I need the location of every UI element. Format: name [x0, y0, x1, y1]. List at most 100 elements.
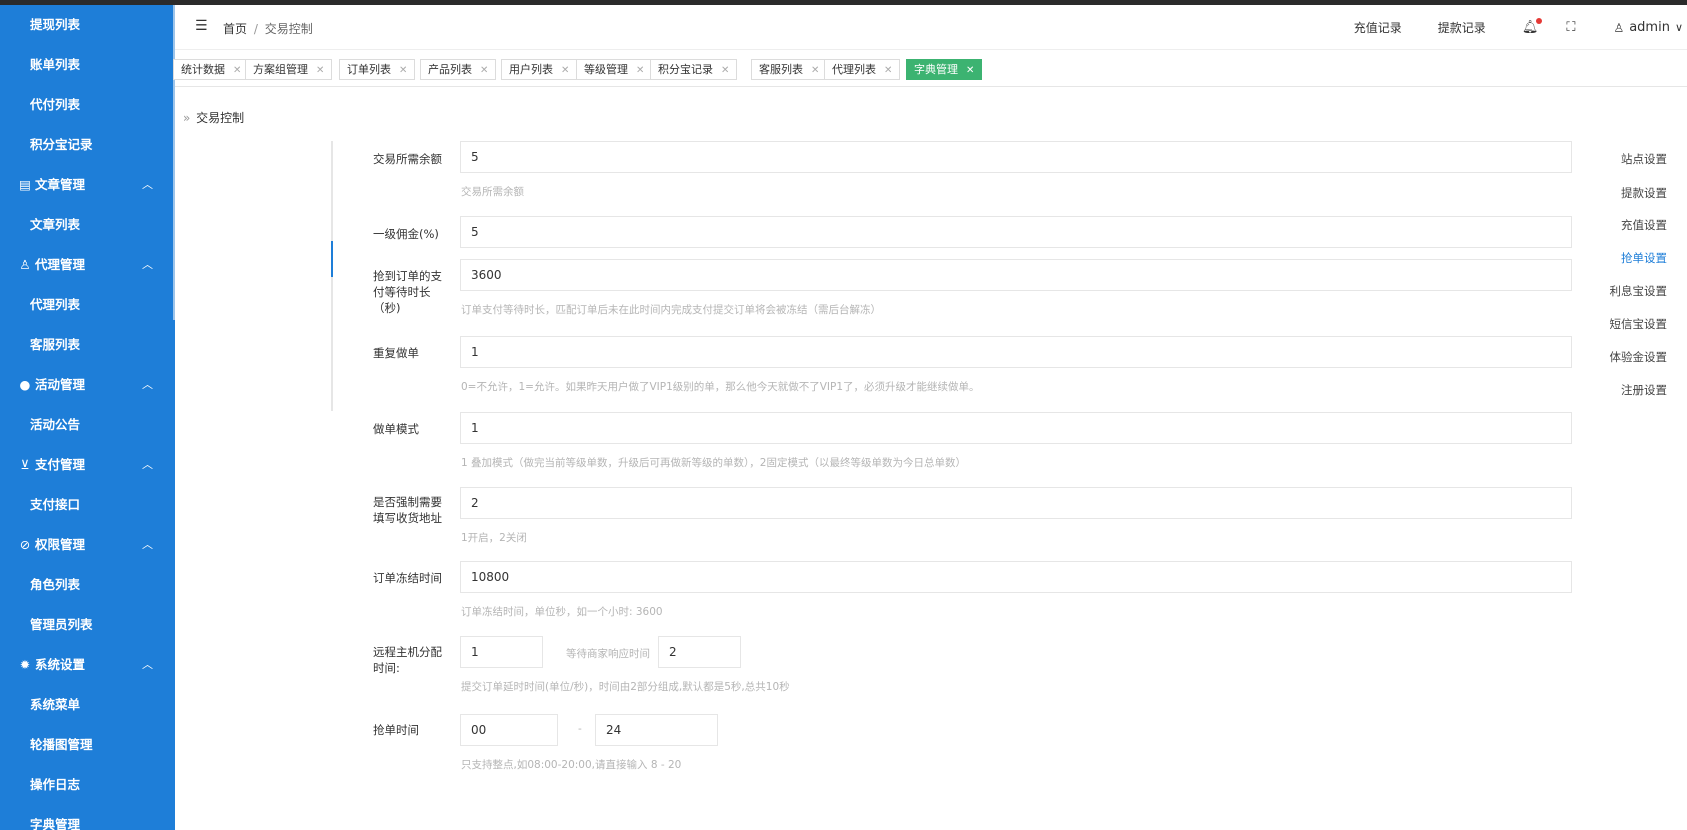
tab-item[interactable]: 用户列表 ✕ — [501, 59, 578, 80]
close-icon[interactable]: ✕ — [721, 65, 729, 76]
grab-time-hint: 只支持整点,如08:00-20:00,请直接输入 8 - 20 — [461, 759, 682, 771]
tab-item[interactable]: 统计数据 ✕ — [173, 59, 250, 80]
user-icon: ♙ — [1613, 20, 1625, 35]
chevron-up-icon: ︿ — [142, 378, 153, 391]
top-header: ☰ 首页 / 交易控制 充值记录 提款记录 🔔︎ ⛶ ♙ admin ∨ — [175, 5, 1687, 50]
gear-icon: ✹ — [19, 657, 31, 672]
tab-item[interactable]: 产品列表 ✕ — [420, 59, 497, 80]
sidebar-item[interactable]: 文章列表 — [0, 205, 175, 245]
sidebar-item-label: 代付列表 — [30, 97, 81, 112]
close-icon[interactable]: ✕ — [811, 65, 819, 76]
balance-input[interactable]: 5 — [460, 141, 1572, 173]
tab-bar: 统计数据 ✕ 方案组管理 ✕ 订单列表 ✕ 产品列表 ✕ 用户列表 ✕ 等级管理 ✕ 积分宝记录 ✕ 客服列… — [173, 53, 1687, 87]
sidebar-item[interactable]: 活动公告 — [0, 405, 175, 445]
tab-label: 产品列表 — [428, 63, 472, 76]
sidebar-group[interactable]: ● 活动管理 ︿ — [0, 365, 175, 405]
tab-label: 字典管理 — [914, 63, 958, 76]
sidebar-item[interactable]: 管理员列表 — [0, 605, 175, 645]
tab-item[interactable]: 方案组管理 ✕ — [245, 59, 333, 80]
circle-icon: ● — [19, 377, 31, 392]
sidebar-item-label: 代理管理 — [35, 257, 86, 272]
close-icon[interactable]: ✕ — [636, 65, 644, 76]
sidebar-item[interactable]: 客服列表 — [0, 325, 175, 365]
merchant-wait-label: 等待商家响应时间 — [566, 648, 650, 660]
tab-label: 等级管理 — [584, 63, 628, 76]
close-icon[interactable]: ✕ — [480, 65, 488, 76]
remote-assign-hint: 提交订单延时时间(单位/秒)，时间由2部分组成,默认都是5秒,总共10秒 — [461, 681, 790, 693]
recharge-records-link[interactable]: 充值记录 — [1354, 19, 1402, 36]
sidebar-item[interactable]: 代理列表 — [0, 285, 175, 325]
sidebar-item-label: 文章管理 — [35, 177, 86, 192]
breadcrumb-current: 交易控制 — [264, 22, 313, 36]
sidebar-item[interactable]: 系统菜单 — [0, 685, 175, 725]
menu-toggle-icon[interactable]: ☰ — [195, 18, 208, 34]
repeat-order-label: 重复做单 — [373, 346, 419, 360]
close-icon[interactable]: ✕ — [316, 65, 324, 76]
grab-time-start-input[interactable]: 00 — [460, 714, 558, 746]
repeat-order-hint: 0=不允许，1=允许。如果昨天用户做了VIP1级别的单，那么他今天就做不了VIP… — [461, 381, 980, 393]
tab-item[interactable]: 等级管理 ✕ — [576, 59, 653, 80]
pay-wait-input[interactable]: 3600 — [460, 259, 1572, 291]
tab-item[interactable]: 客服列表 ✕ — [751, 59, 828, 80]
withdraw-records-link[interactable]: 提款记录 — [1438, 19, 1486, 36]
freeze-time-label: 订单冻结时间 — [373, 571, 442, 585]
tab-item[interactable]: 字典管理 ✕ — [906, 59, 983, 80]
sidebar-item[interactable]: 操作日志 — [0, 765, 175, 805]
sidebar-group[interactable]: ✹ 系统设置 ︿ — [0, 645, 175, 685]
pay-wait-hint: 订单支付等待时长，匹配订单后未在此时间内完成支付提交订单将会被冻结（需后台解冻） — [461, 304, 881, 316]
sidebar-group[interactable]: ⊘ 权限管理 ︿ — [0, 525, 175, 565]
bell-icon[interactable]: 🔔︎ — [1522, 18, 1543, 35]
user-menu[interactable]: ♙ admin ∨ — [1613, 20, 1683, 35]
sidebar-item-label: 支付管理 — [35, 457, 86, 472]
sidebar-item[interactable]: 支付接口 — [0, 485, 175, 525]
header-actions: 充值记录 提款记录 🔔︎ ⛶ ♙ admin ∨ — [1354, 5, 1687, 50]
chevron-down-icon: ∨ — [1674, 21, 1683, 34]
close-icon[interactable]: ✕ — [884, 65, 892, 76]
sidebar-item-label: 权限管理 — [35, 537, 86, 552]
sidebar-item-label: 系统设置 — [35, 657, 86, 672]
sidebar-item-label: 角色列表 — [30, 577, 81, 592]
balance-label: 交易所需余额 — [373, 152, 442, 166]
merchant-wait-input[interactable]: 2 — [658, 636, 741, 668]
sidebar-item[interactable]: 积分宝记录 — [0, 125, 175, 165]
commission-label: 一级佣金(%) — [373, 227, 439, 241]
sidebar-item[interactable]: 账单列表 — [0, 45, 175, 85]
close-icon[interactable]: ✕ — [966, 65, 974, 76]
chevron-up-icon: ︿ — [142, 538, 153, 551]
repeat-order-input[interactable]: 1 — [460, 336, 1572, 368]
sidebar-group[interactable]: ♙ 代理管理 ︿ — [0, 245, 175, 285]
main-content: » 交易控制 站点设置 提款设置 充值设置 抢单设置 利息宝设置 短信宝设置 体验金设置 注册… — [175, 99, 1687, 830]
tab-label: 代理列表 — [832, 63, 876, 76]
commission-input[interactable]: 5 — [460, 216, 1572, 248]
close-icon[interactable]: ✕ — [561, 65, 569, 76]
sidebar-item-label: 管理员列表 — [30, 617, 93, 632]
tab-label: 方案组管理 — [253, 63, 308, 76]
freeze-time-input[interactable]: 10800 — [460, 561, 1572, 593]
chevron-up-icon: ︿ — [142, 458, 153, 471]
sidebar-item[interactable]: 角色列表 — [0, 565, 175, 605]
user-icon: ♙ — [19, 257, 31, 272]
sidebar-group[interactable]: ⊻ 支付管理 ︿ — [0, 445, 175, 485]
sidebar-item[interactable]: 代付列表 — [0, 85, 175, 125]
grab-time-end-input[interactable]: 24 — [595, 714, 718, 746]
sidebar-item[interactable]: 轮播图管理 — [0, 725, 175, 765]
sidebar-item-label: 轮播图管理 — [30, 737, 93, 752]
close-icon[interactable]: ✕ — [233, 65, 241, 76]
close-icon[interactable]: ✕ — [399, 65, 407, 76]
tab-item[interactable]: 代理列表 ✕ — [824, 59, 901, 80]
pay-wait-label: 抢到订单的支付等待时长（秒) — [373, 269, 442, 315]
tab-item[interactable]: 订单列表 ✕ — [339, 59, 416, 80]
breadcrumb-home[interactable]: 首页 — [223, 22, 247, 36]
grab-time-dash: - — [578, 723, 582, 735]
order-mode-input[interactable]: 1 — [460, 412, 1572, 444]
sidebar-item[interactable]: 提现列表 — [0, 5, 175, 45]
username: admin — [1629, 20, 1670, 35]
sidebar-item-label: 活动公告 — [30, 417, 81, 432]
force-address-input[interactable]: 2 — [460, 487, 1572, 519]
fullscreen-icon[interactable]: ⛶ — [1566, 20, 1575, 35]
document-icon: ▤ — [19, 177, 31, 192]
remote-assign-input[interactable]: 1 — [460, 636, 543, 668]
sidebar-group[interactable]: ▤ 文章管理 ︿ — [0, 165, 175, 205]
tab-item[interactable]: 积分宝记录 ✕ — [650, 59, 738, 80]
sidebar-item[interactable]: 字典管理 — [0, 805, 175, 830]
